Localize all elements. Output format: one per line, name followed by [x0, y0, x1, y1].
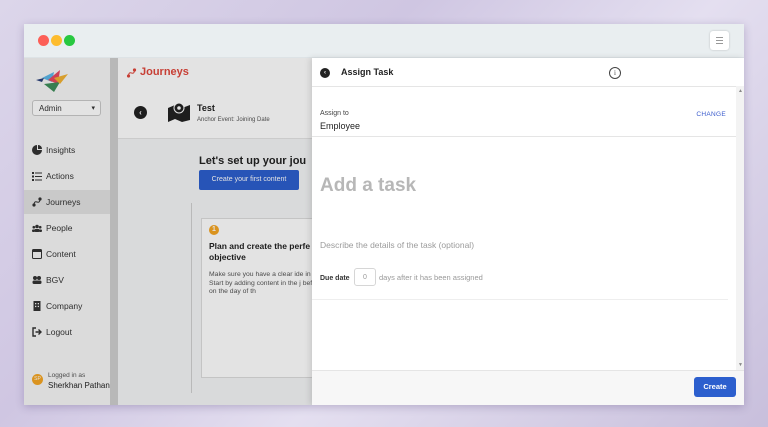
divider	[312, 299, 728, 300]
due-date-label: Due date	[320, 275, 350, 282]
change-assignee-link[interactable]: CHANGE	[696, 111, 726, 118]
panel-scrollbar[interactable]: ▲ ▼	[736, 86, 744, 370]
minimize-window-icon[interactable]	[51, 35, 62, 46]
due-days-input[interactable]: 0	[354, 268, 376, 286]
panel-footer: Create	[312, 370, 744, 405]
info-icon[interactable]: i	[609, 67, 621, 79]
create-button[interactable]: Create	[694, 377, 736, 397]
modal-backdrop[interactable]	[24, 58, 312, 405]
scroll-down-icon[interactable]: ▼	[738, 362, 743, 368]
window-menu-icon[interactable]	[710, 31, 729, 50]
close-window-icon[interactable]	[38, 35, 49, 46]
panel-header: ‹ Assign Task i	[312, 58, 744, 87]
assign-to-label: Assign to	[320, 110, 349, 117]
title-bar	[24, 24, 744, 58]
due-date-suffix: days after it has been assigned	[379, 273, 483, 282]
assign-task-panel: ‹ Assign Task i Assign to Employee CHANG…	[312, 58, 744, 405]
task-title-input[interactable]: Add a task	[320, 175, 416, 197]
back-arrow-icon[interactable]: ‹	[320, 68, 330, 78]
panel-title: Assign Task	[341, 67, 394, 77]
app-window: Admin ▾ Insights Actions Journeys People	[24, 24, 744, 405]
maximize-window-icon[interactable]	[64, 35, 75, 46]
assign-to-value: Employee	[320, 121, 361, 131]
scroll-up-icon[interactable]: ▲	[738, 88, 743, 94]
task-description-input[interactable]: Describe the details of the task (option…	[320, 240, 474, 250]
divider	[312, 136, 736, 137]
